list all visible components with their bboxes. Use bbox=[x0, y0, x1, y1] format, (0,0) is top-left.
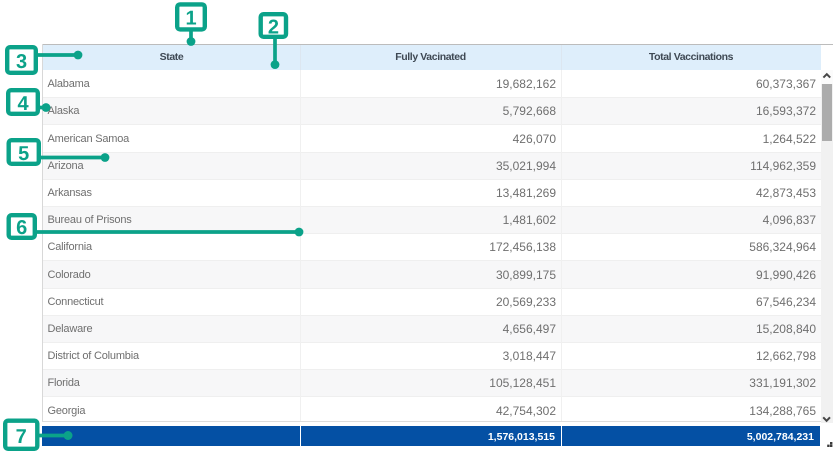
svg-text:6: 6 bbox=[16, 217, 27, 239]
svg-text:2: 2 bbox=[268, 17, 279, 39]
svg-text:7: 7 bbox=[16, 426, 27, 448]
svg-text:4: 4 bbox=[17, 93, 29, 115]
svg-text:3: 3 bbox=[16, 51, 27, 73]
svg-text:5: 5 bbox=[18, 143, 29, 165]
svg-text:1: 1 bbox=[185, 8, 196, 30]
